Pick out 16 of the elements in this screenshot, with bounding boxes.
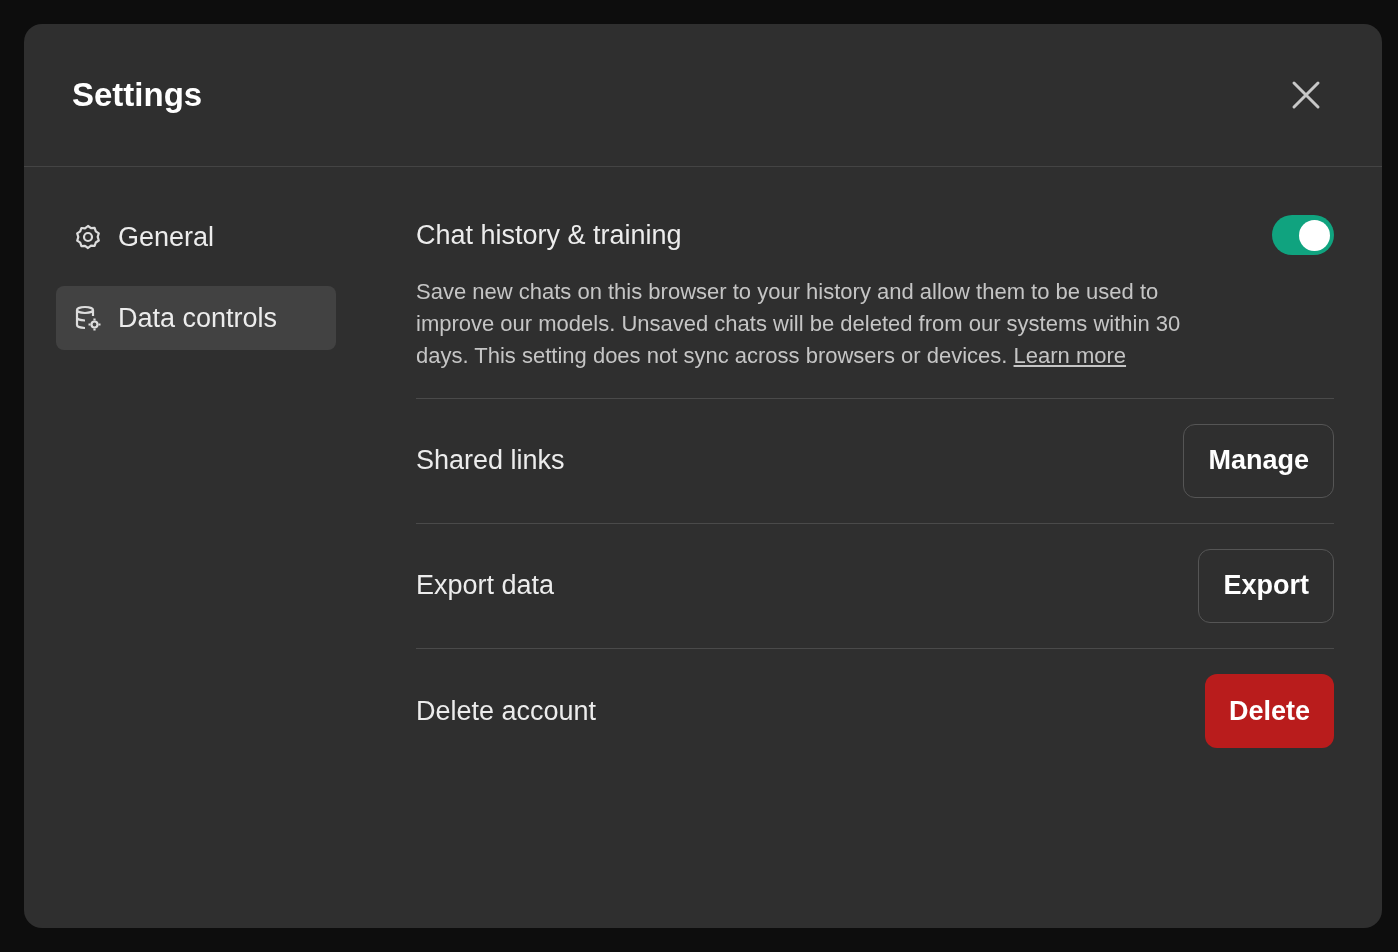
setting-label: Delete account [416, 694, 597, 728]
gear-icon [74, 223, 102, 251]
setting-label: Chat history & training [416, 219, 682, 252]
database-gear-icon [74, 304, 102, 332]
close-icon [1291, 80, 1321, 110]
sidebar-item[interactable]: General [56, 205, 336, 269]
toggle-switch[interactable] [1272, 215, 1334, 256]
setting-description: Save new chats on this browser to your history and allow them to be used to improve our models. Unsaved chats will be deleted from our systems within 30 days. This setting does not sync across browsers or devices. Learn more [416, 277, 1182, 370]
delete-button[interactable]: Delete [1204, 674, 1334, 748]
sidebar-item[interactable]: Data controls [56, 286, 336, 350]
action-button[interactable]: Manage [1183, 423, 1334, 498]
setting-label: Shared links [416, 444, 565, 478]
action-button[interactable]: Export [1198, 548, 1334, 623]
dialog-title: Settings [72, 75, 203, 116]
learn-more-link[interactable]: Learn more [1013, 342, 1127, 368]
setting-label: Export data [416, 569, 555, 603]
